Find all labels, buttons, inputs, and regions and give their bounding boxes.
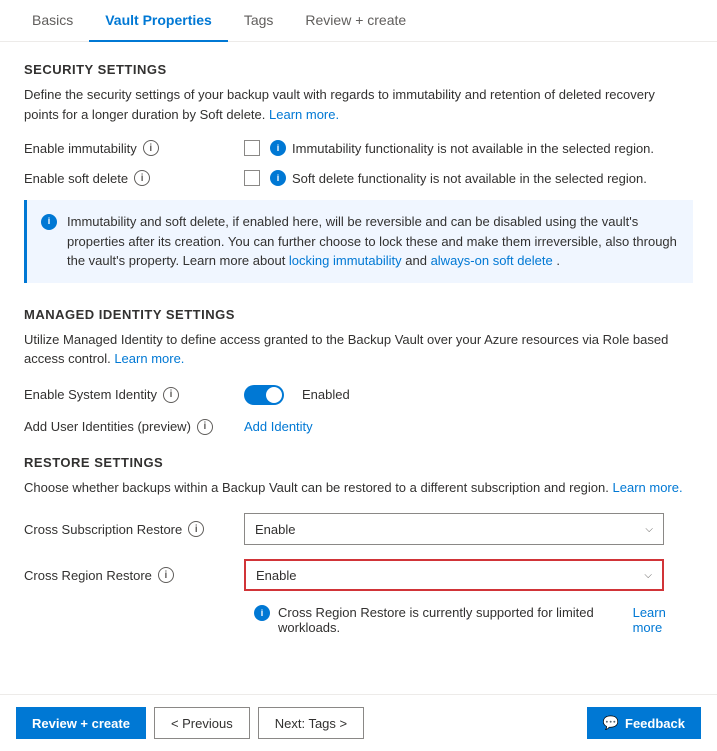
review-create-button[interactable]: Review + create bbox=[16, 707, 146, 739]
user-identities-info-icon[interactable]: i bbox=[197, 419, 213, 435]
cross-region-info-icon[interactable]: i bbox=[158, 567, 174, 583]
soft-delete-info-icon[interactable]: i bbox=[134, 170, 150, 186]
system-identity-control: Enabled bbox=[244, 385, 350, 405]
soft-delete-status-text: Soft delete functionality is not availab… bbox=[292, 171, 647, 186]
security-settings-title: SECURITY SETTINGS bbox=[24, 62, 693, 77]
immutability-field-row: Enable immutability i i Immutability fun… bbox=[24, 140, 693, 156]
security-settings-desc: Define the security settings of your bac… bbox=[24, 85, 693, 124]
immutability-label: Enable immutability i bbox=[24, 140, 244, 156]
cross-region-control: Enable ⌵ bbox=[244, 559, 664, 591]
soft-delete-status-icon: i bbox=[270, 170, 286, 186]
immutability-status-icon: i bbox=[270, 140, 286, 156]
security-info-box: i Immutability and soft delete, if enabl… bbox=[24, 200, 693, 283]
cross-subscription-chevron: ⌵ bbox=[645, 524, 653, 535]
system-identity-label-text: Enable System Identity bbox=[24, 387, 157, 402]
cross-region-info-row: i Cross Region Restore is currently supp… bbox=[254, 605, 693, 635]
cross-region-value: Enable bbox=[256, 568, 296, 583]
tab-tags[interactable]: Tags bbox=[228, 0, 290, 42]
user-identities-label: Add User Identities (preview) i bbox=[24, 419, 244, 435]
restore-settings-desc-text: Choose whether backups within a Backup V… bbox=[24, 480, 609, 495]
system-identity-info-icon[interactable]: i bbox=[163, 387, 179, 403]
locking-immutability-link[interactable]: locking immutability bbox=[289, 253, 402, 268]
security-desc-text: Define the security settings of your bac… bbox=[24, 87, 655, 122]
restore-settings-title: RESTORE SETTINGS bbox=[24, 455, 693, 470]
tab-basics[interactable]: Basics bbox=[16, 0, 89, 42]
immutability-checkbox[interactable] bbox=[244, 140, 260, 156]
user-identities-field-row: Add User Identities (preview) i Add Iden… bbox=[24, 419, 693, 435]
system-identity-toggle[interactable] bbox=[244, 385, 284, 405]
immutability-control: i Immutability functionality is not avai… bbox=[244, 140, 654, 156]
system-identity-field-row: Enable System Identity i Enabled bbox=[24, 385, 693, 405]
cross-region-info-text: Cross Region Restore is currently suppor… bbox=[278, 605, 625, 635]
cross-subscription-label: Cross Subscription Restore i bbox=[24, 521, 244, 537]
cross-region-field-row: Cross Region Restore i Enable ⌵ bbox=[24, 559, 693, 591]
cross-region-info-icon-blue: i bbox=[254, 605, 270, 621]
info-box-and: and bbox=[405, 253, 430, 268]
managed-identity-desc: Utilize Managed Identity to define acces… bbox=[24, 330, 693, 369]
soft-delete-label-text: Enable soft delete bbox=[24, 171, 128, 186]
cross-region-label: Cross Region Restore i bbox=[24, 567, 244, 583]
info-box-text: Immutability and soft delete, if enabled… bbox=[67, 212, 679, 271]
feedback-label: Feedback bbox=[625, 716, 685, 731]
soft-delete-field-row: Enable soft delete i i Soft delete funct… bbox=[24, 170, 693, 186]
cross-subscription-control: Enable ⌵ bbox=[244, 513, 664, 545]
user-identities-label-text: Add User Identities (preview) bbox=[24, 419, 191, 434]
soft-delete-checkbox[interactable] bbox=[244, 170, 260, 186]
next-tags-button[interactable]: Next: Tags > bbox=[258, 707, 364, 739]
info-box-icon: i bbox=[41, 214, 57, 230]
immutability-status-text: Immutability functionality is not availa… bbox=[292, 141, 654, 156]
feedback-icon: 💬 bbox=[603, 715, 619, 731]
cross-subscription-value: Enable bbox=[255, 522, 295, 537]
tabs-bar: Basics Vault Properties Tags Review + cr… bbox=[0, 0, 717, 42]
managed-identity-title: MANAGED IDENTITY SETTINGS bbox=[24, 307, 693, 322]
always-on-soft-delete-link[interactable]: always-on soft delete bbox=[431, 253, 553, 268]
soft-delete-status: i Soft delete functionality is not avail… bbox=[270, 170, 647, 186]
tab-vault-properties[interactable]: Vault Properties bbox=[89, 0, 228, 42]
add-identity-link[interactable]: Add Identity bbox=[244, 419, 313, 434]
footer-bar: Review + create < Previous Next: Tags > … bbox=[0, 694, 717, 751]
security-learn-more-link[interactable]: Learn more. bbox=[269, 107, 339, 122]
security-settings-section: SECURITY SETTINGS Define the security se… bbox=[24, 62, 693, 283]
restore-settings-section: RESTORE SETTINGS Choose whether backups … bbox=[24, 455, 693, 636]
cross-subscription-field-row: Cross Subscription Restore i Enable ⌵ bbox=[24, 513, 693, 545]
user-identities-control: Add Identity bbox=[244, 419, 313, 434]
cross-subscription-dropdown[interactable]: Enable ⌵ bbox=[244, 513, 664, 545]
previous-button[interactable]: < Previous bbox=[154, 707, 250, 739]
restore-learn-more-link[interactable]: Learn more. bbox=[613, 480, 683, 495]
feedback-button[interactable]: 💬 Feedback bbox=[587, 707, 701, 739]
info-box-suffix: . bbox=[556, 253, 560, 268]
cross-subscription-label-text: Cross Subscription Restore bbox=[24, 522, 182, 537]
main-content: SECURITY SETTINGS Define the security se… bbox=[0, 42, 717, 694]
restore-settings-desc: Choose whether backups within a Backup V… bbox=[24, 478, 693, 498]
system-identity-label: Enable System Identity i bbox=[24, 387, 244, 403]
cross-region-label-text: Cross Region Restore bbox=[24, 568, 152, 583]
soft-delete-label: Enable soft delete i bbox=[24, 170, 244, 186]
managed-identity-section: MANAGED IDENTITY SETTINGS Utilize Manage… bbox=[24, 307, 693, 435]
immutability-label-text: Enable immutability bbox=[24, 141, 137, 156]
soft-delete-control: i Soft delete functionality is not avail… bbox=[244, 170, 647, 186]
cross-region-learn-more-link[interactable]: Learn more bbox=[633, 605, 693, 635]
tab-review-create[interactable]: Review + create bbox=[289, 0, 422, 42]
immutability-status: i Immutability functionality is not avai… bbox=[270, 140, 654, 156]
cross-region-chevron: ⌵ bbox=[644, 570, 652, 581]
cross-region-dropdown[interactable]: Enable ⌵ bbox=[244, 559, 664, 591]
system-identity-status: Enabled bbox=[302, 387, 350, 402]
managed-identity-learn-more-link[interactable]: Learn more. bbox=[114, 351, 184, 366]
cross-subscription-info-icon[interactable]: i bbox=[188, 521, 204, 537]
immutability-info-icon[interactable]: i bbox=[143, 140, 159, 156]
